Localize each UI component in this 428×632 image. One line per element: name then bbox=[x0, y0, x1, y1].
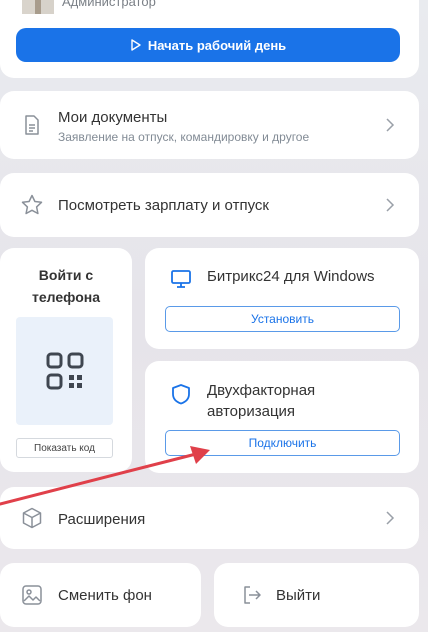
two-factor-card: Двухфакторная авторизация Подключить bbox=[145, 361, 419, 473]
windows-app-title: Битрикс24 для Windows bbox=[207, 268, 375, 285]
star-icon bbox=[21, 194, 43, 215]
install-button[interactable]: Установить bbox=[165, 306, 400, 332]
monitor-icon bbox=[171, 270, 191, 288]
salary-vacation-item[interactable]: Посмотреть зарплату и отпуск bbox=[0, 173, 419, 237]
logout-button[interactable]: Выйти bbox=[214, 563, 419, 627]
shield-icon bbox=[172, 384, 190, 405]
phone-login-title-line2: телефона bbox=[32, 289, 100, 305]
show-code-button[interactable]: Показать код bbox=[16, 438, 113, 458]
my-documents-subtitle: Заявление на отпуск, командировку и друг… bbox=[58, 130, 310, 144]
play-icon bbox=[131, 39, 141, 51]
logout-label: Выйти bbox=[276, 587, 321, 604]
qr-code-icon bbox=[46, 352, 83, 390]
two-factor-title: Двухфакторная авторизация bbox=[207, 380, 315, 422]
my-documents-title: Мои документы bbox=[58, 109, 168, 126]
document-icon bbox=[25, 115, 39, 135]
phone-login-title-line1: Войти с bbox=[38, 267, 94, 283]
cube-icon bbox=[22, 507, 42, 529]
user-role: Администратор bbox=[62, 0, 156, 9]
salary-vacation-title: Посмотреть зарплату и отпуск bbox=[58, 197, 269, 214]
chevron-right-icon bbox=[386, 198, 395, 212]
chevron-right-icon bbox=[386, 118, 395, 132]
start-workday-label: Начать рабочий день bbox=[147, 37, 287, 53]
start-workday-button[interactable]: Начать рабочий день bbox=[16, 28, 400, 62]
phone-login-card: Войти с телефона Показать код bbox=[0, 248, 132, 472]
extensions-item[interactable]: Расширения bbox=[0, 487, 419, 549]
chevron-right-icon bbox=[386, 511, 395, 525]
two-factor-title-line2: авторизация bbox=[207, 403, 296, 420]
profile-card: Администратор Начать рабочий день bbox=[0, 0, 419, 78]
phone-login-title: Войти с телефона bbox=[0, 264, 132, 308]
change-background-button[interactable]: Сменить фон bbox=[0, 563, 201, 627]
connect-button[interactable]: Подключить bbox=[165, 430, 400, 456]
change-background-label: Сменить фон bbox=[58, 587, 152, 604]
avatar[interactable] bbox=[22, 0, 54, 14]
qr-code-area[interactable] bbox=[16, 317, 113, 425]
two-factor-title-line1: Двухфакторная bbox=[207, 382, 316, 399]
image-icon bbox=[22, 585, 42, 605]
extensions-title: Расширения bbox=[58, 511, 146, 528]
logout-icon bbox=[244, 586, 261, 604]
windows-app-card: Битрикс24 для Windows Установить bbox=[145, 248, 419, 349]
my-documents-item[interactable]: Мои документы Заявление на отпуск, коман… bbox=[0, 91, 419, 159]
